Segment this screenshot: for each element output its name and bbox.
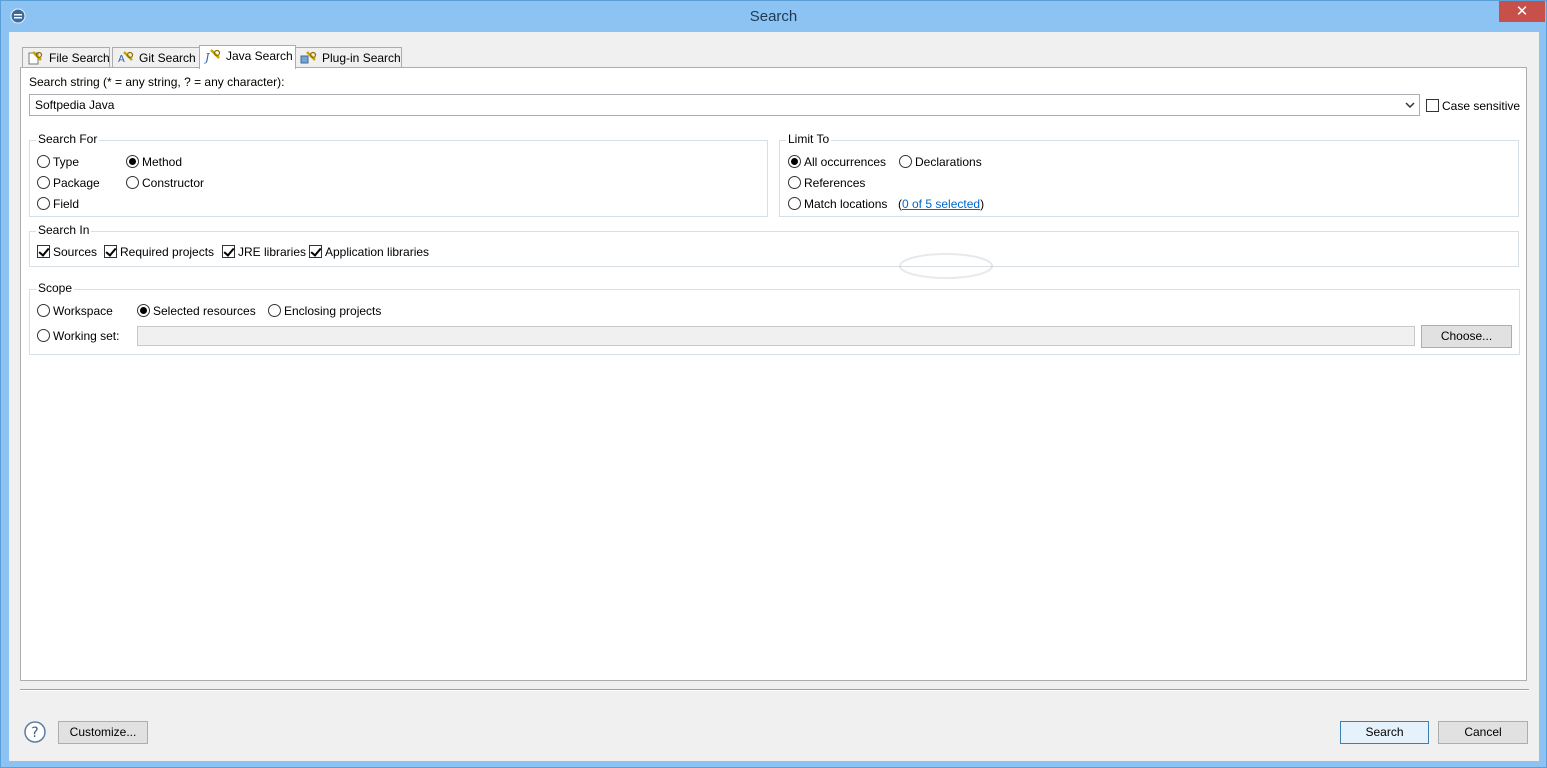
radio-all-occurrences[interactable] [788,155,801,168]
tab-label: Plug-in Search [322,51,401,65]
search-string-value: Softpedia Java [35,98,115,112]
dialog-client-area: File Search A Git Search J Java Search P… [9,32,1539,761]
case-sensitive-label: Case sensitive [1442,99,1521,113]
search-string-combo[interactable]: Softpedia Java [29,94,1420,116]
radio-enclosing-projects-label: Enclosing projects [284,304,382,318]
checkbox-application-libraries[interactable] [309,245,322,258]
radio-references[interactable] [788,176,801,189]
match-locations-selection: (0 of 5 selected) [898,197,984,211]
cancel-button[interactable]: Cancel [1438,721,1528,744]
plugin-search-icon [300,51,317,64]
tab-label: File Search [49,51,110,65]
search-in-group: Search In Sources Required projects JRE … [29,223,1519,267]
tab-file-search[interactable]: File Search [22,47,110,68]
checkbox-jre-libraries[interactable] [222,245,235,258]
help-icon[interactable]: ? [24,721,46,743]
radio-workspace[interactable] [37,304,50,317]
radio-references-label: References [804,176,866,190]
svg-text:J: J [204,51,210,64]
tab-label: Git Search [139,51,196,65]
customize-button[interactable]: Customize... [58,721,148,744]
window-title: Search [749,8,798,25]
radio-declarations-label: Declarations [915,155,982,169]
radio-constructor[interactable] [126,176,139,189]
checkbox-required-projects-label: Required projects [120,245,215,259]
radio-declarations[interactable] [899,155,912,168]
limit-to-title: Limit To [786,132,832,146]
case-sensitive-checkbox[interactable] [1426,99,1439,112]
java-search-icon: J [204,49,221,64]
search-button[interactable]: Search [1340,721,1429,744]
checkbox-required-projects[interactable] [104,245,117,258]
search-for-group: Search For Type Method Package Construct… [29,132,768,217]
radio-match-locations[interactable] [788,197,801,210]
tab-plugin-search[interactable]: Plug-in Search [295,47,402,68]
radio-workspace-label: Workspace [53,304,113,318]
radio-package[interactable] [37,176,50,189]
file-search-icon [28,51,43,65]
footer-separator [20,689,1529,691]
title-bar: Search ✕ [1,1,1546,31]
checkbox-sources[interactable] [37,245,50,258]
limit-to-group: Limit To All occurrences Declarations Re… [779,132,1519,217]
search-in-title: Search In [36,223,92,237]
checkbox-sources-label: Sources [53,245,98,259]
watermark-icon [899,253,993,279]
tab-java-search[interactable]: J Java Search [199,45,296,69]
radio-field-label: Field [53,197,80,211]
paren-close: ) [980,197,985,211]
radio-working-set-label: Working set: [53,329,120,343]
checkbox-jre-libraries-label: JRE libraries [238,245,307,259]
radio-selected-resources-label: Selected resources [153,304,256,318]
radio-constructor-label: Constructor [142,176,205,190]
radio-selected-resources[interactable] [137,304,150,317]
svg-text:A: A [118,54,125,65]
match-locations-link[interactable]: 0 of 5 selected [902,197,980,211]
radio-field[interactable] [37,197,50,210]
radio-method[interactable] [126,155,139,168]
choose-button[interactable]: Choose... [1421,325,1512,348]
tab-git-search[interactable]: A Git Search [112,47,200,68]
chevron-down-icon[interactable] [1404,98,1416,112]
radio-type-label: Type [53,155,80,169]
radio-all-occurrences-label: All occurrences [804,155,887,169]
close-window-button[interactable]: ✕ [1499,1,1545,22]
radio-enclosing-projects[interactable] [268,304,281,317]
git-search-icon: A [118,51,134,65]
scope-group: Scope Workspace Selected resources Enclo… [29,281,1520,355]
tab-label: Java Search [226,49,293,63]
checkbox-application-libraries-label: Application libraries [325,245,430,259]
java-search-panel: Search string (* = any string, ? = any c… [20,67,1527,681]
working-set-field [137,326,1415,346]
search-for-title: Search For [36,132,100,146]
radio-method-label: Method [142,155,183,169]
svg-text:?: ? [31,725,38,741]
search-string-label: Search string (* = any string, ? = any c… [29,75,285,89]
search-dialog-window: Search ✕ File Search A Git Search J Java… [0,0,1547,768]
radio-match-locations-label: Match locations [804,197,888,211]
radio-working-set[interactable] [37,329,50,342]
radio-type[interactable] [37,155,50,168]
radio-package-label: Package [53,176,100,190]
scope-title: Scope [36,281,75,295]
